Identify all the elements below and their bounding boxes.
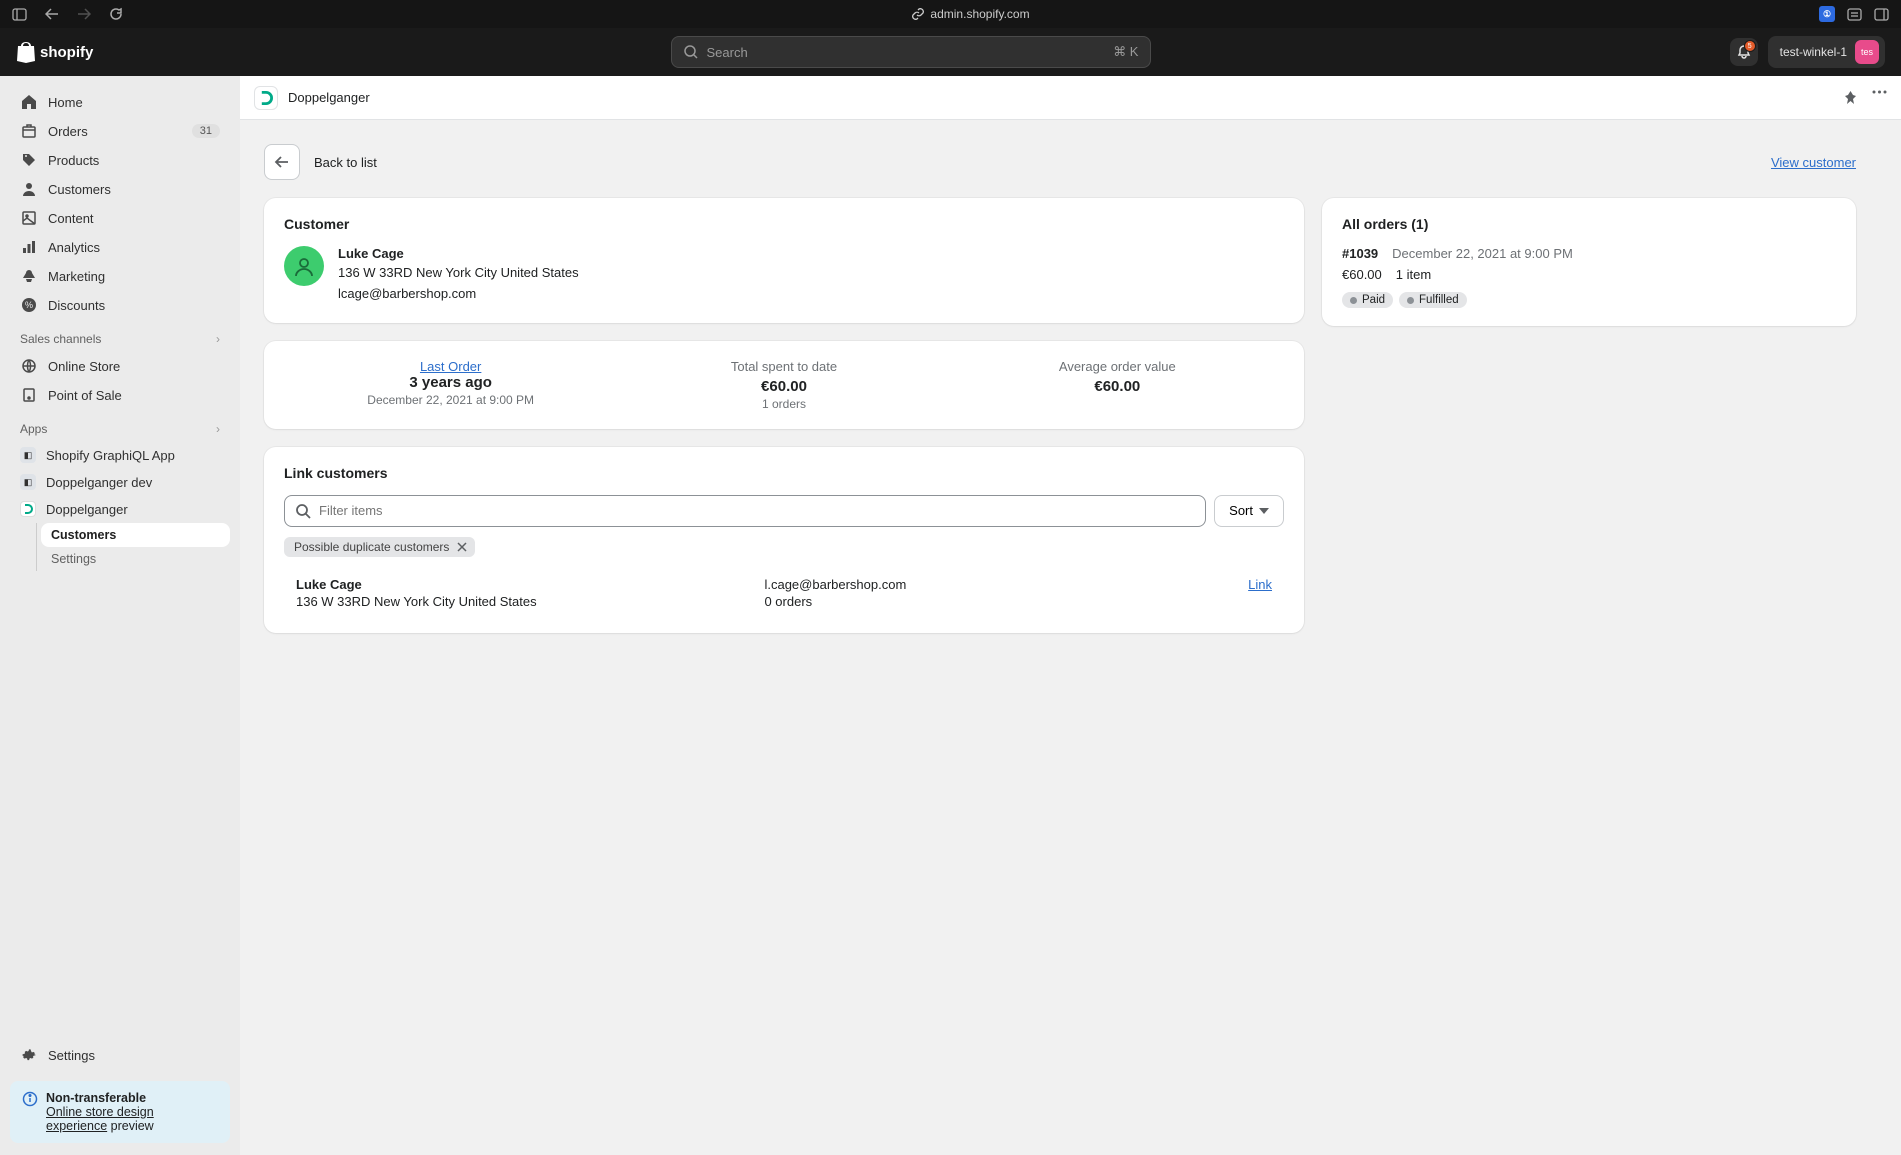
analytics-icon (20, 238, 38, 256)
extension-icon[interactable] (1847, 8, 1862, 21)
chevron-down-icon (1259, 508, 1269, 514)
notifications-button[interactable]: 5 (1730, 38, 1758, 66)
customer-name: Luke Cage (338, 246, 579, 261)
filter-tag: Possible duplicate customers (284, 537, 475, 557)
nav-discounts[interactable]: %Discounts (10, 291, 230, 319)
app-title: Doppelganger (288, 90, 370, 105)
nav-online-store[interactable]: Online Store (10, 352, 230, 380)
app-icon: ◧ (20, 447, 36, 463)
customer-address: 136 W 33RD New York City United States (338, 263, 579, 284)
notification-badge: 5 (1744, 40, 1756, 52)
duplicate-row: Luke Cage 136 W 33RD New York City Unite… (284, 571, 1284, 615)
url-text[interactable]: admin.shopify.com (930, 7, 1029, 21)
last-order-link[interactable]: Last Order (420, 359, 481, 374)
info-icon (22, 1091, 38, 1133)
search-icon (295, 503, 311, 519)
chevron-right-icon: › (216, 422, 220, 436)
reload-icon[interactable] (109, 7, 123, 21)
extension-1password-icon[interactable]: ① (1819, 6, 1835, 22)
sort-button[interactable]: Sort (1214, 495, 1284, 527)
store-avatar: tes (1855, 40, 1879, 64)
back-button[interactable] (264, 144, 300, 180)
nav-marketing[interactable]: Marketing (10, 262, 230, 290)
nav-pos[interactable]: Point of Sale (10, 381, 230, 409)
home-icon (20, 93, 38, 111)
more-icon[interactable] (1872, 90, 1887, 105)
content-icon (20, 209, 38, 227)
doppelganger-icon (20, 501, 36, 517)
nav-customers[interactable]: Customers (10, 175, 230, 203)
notice-banner: Non-transferable Online store design exp… (10, 1081, 230, 1143)
nav-content[interactable]: Content (10, 204, 230, 232)
link-button[interactable]: Link (1248, 577, 1272, 592)
remove-tag-icon[interactable] (455, 540, 469, 554)
discounts-icon: % (20, 296, 38, 314)
nav-app-dg-customers[interactable]: Customers (41, 523, 230, 547)
gear-icon (20, 1046, 38, 1064)
badge-fulfilled: Fulfilled (1399, 292, 1467, 308)
sidebar-toggle-icon[interactable] (12, 8, 27, 21)
back-icon[interactable] (45, 8, 59, 20)
nav-section-apps[interactable]: Apps› (10, 410, 230, 442)
nav-products[interactable]: Products (10, 146, 230, 174)
nav-orders[interactable]: Orders31 (10, 117, 230, 145)
search-input[interactable]: Search ⌘ K (671, 36, 1151, 68)
badge-paid: Paid (1342, 292, 1393, 308)
app-icon: ◧ (20, 474, 36, 490)
back-label: Back to list (314, 155, 377, 170)
forward-icon (77, 8, 91, 20)
nav-analytics[interactable]: Analytics (10, 233, 230, 261)
store-icon (20, 357, 38, 375)
store-menu[interactable]: test-winkel-1 tes (1768, 36, 1885, 68)
nav-home[interactable]: Home (10, 88, 230, 116)
customer-avatar (284, 246, 324, 286)
orders-card: All orders (1) #1039 December 22, 2021 a… (1322, 198, 1856, 326)
svg-text:%: % (25, 300, 33, 310)
nav-section-sales-channels[interactable]: Sales channels› (10, 320, 230, 352)
nav-app-dg-dev[interactable]: ◧Doppelganger dev (10, 469, 230, 495)
marketing-icon (20, 267, 38, 285)
chevron-right-icon: › (216, 332, 220, 346)
orders-badge: 31 (192, 124, 220, 138)
nav-app-dg-settings[interactable]: Settings (41, 547, 230, 571)
view-customer-link[interactable]: View customer (1771, 155, 1856, 170)
app-icon (254, 86, 278, 110)
orders-icon (20, 122, 38, 140)
products-icon (20, 151, 38, 169)
customers-icon (20, 180, 38, 198)
customer-card: Customer Luke Cage 136 W 33RD New York C… (264, 198, 1304, 323)
nav-app-graphiql[interactable]: ◧Shopify GraphiQL App (10, 442, 230, 468)
order-id[interactable]: #1039 (1342, 246, 1378, 261)
filter-input[interactable] (284, 495, 1206, 527)
customer-email: lcage@barbershop.com (338, 284, 579, 305)
nav-settings[interactable]: Settings (10, 1041, 230, 1069)
pin-icon[interactable] (1843, 90, 1858, 105)
pos-icon (20, 386, 38, 404)
panel-icon[interactable] (1874, 8, 1889, 21)
nav-app-dg[interactable]: Doppelganger (10, 496, 230, 522)
link-icon (912, 8, 924, 20)
shopify-logo[interactable]: shopify (16, 41, 93, 63)
stats-card: Last Order 3 years ago December 22, 2021… (264, 341, 1304, 429)
link-customers-card: Link customers Sort Possible duplicate c… (264, 447, 1304, 633)
